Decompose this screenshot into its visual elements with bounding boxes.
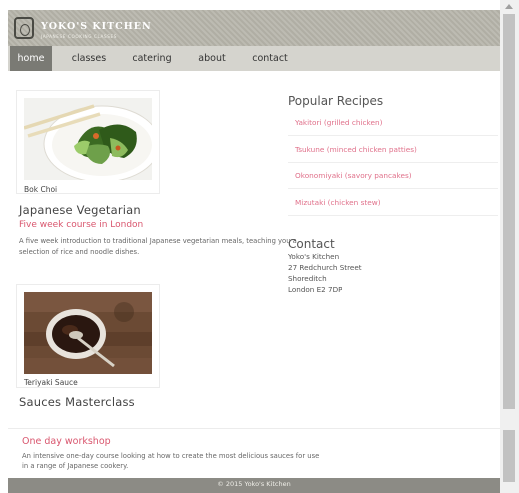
contact-line: 27 Redchurch Street [288, 263, 362, 272]
teriyaki-photo [24, 292, 152, 374]
site-header: YOKO'S KITCHEN JAPANESE COOKING CLASSES [8, 10, 500, 46]
contact-line: Yoko's Kitchen [288, 252, 340, 261]
recipe-link[interactable]: Okonomiyaki (savory pancakes) [295, 171, 412, 180]
main-nav: home classes catering about contact [8, 46, 500, 71]
scroll-up-arrow-icon[interactable] [505, 4, 513, 9]
contact-line: London E2 7DP [288, 285, 343, 292]
teriyaki-image [24, 292, 152, 374]
workshop-description: An intensive one-day course looking at h… [22, 452, 320, 470]
logo-icon [14, 17, 34, 39]
recipes-heading: Popular Recipes [288, 94, 384, 108]
recipe-item[interactable]: Yakitori (grilled chicken) [288, 110, 498, 136]
nav-item-contact[interactable]: contact [245, 46, 295, 71]
article-image-frame: Bok Choi [16, 90, 160, 194]
recipe-link[interactable]: Yakitori (grilled chicken) [295, 118, 382, 127]
recipe-item[interactable]: Mizutaki (chicken stew) [288, 190, 498, 216]
image-caption: Teriyaki Sauce [24, 378, 78, 387]
scrollbar-thumb-secondary[interactable] [503, 430, 515, 482]
site-footer: © 2015 Yoko's Kitchen [8, 478, 500, 493]
nav-item-home[interactable]: home [10, 46, 52, 71]
nav-item-catering[interactable]: catering [126, 46, 178, 71]
vertical-scrollbar[interactable] [500, 0, 519, 493]
recipe-item[interactable]: Okonomiyaki (savory pancakes) [288, 163, 498, 189]
article-description: A five week introduction to traditional … [19, 237, 297, 256]
bok-choi-photo [24, 98, 152, 180]
recipe-link[interactable]: Tsukune (minced chicken patties) [295, 145, 417, 154]
nav-item-classes[interactable]: classes [64, 46, 114, 71]
contact-heading: Contact [288, 237, 335, 251]
bok-choi-image [24, 98, 152, 180]
article-subtitle: Five week course in London [19, 220, 144, 230]
recipe-link[interactable]: Mizutaki (chicken stew) [295, 198, 381, 207]
image-caption: Bok Choi [24, 185, 58, 194]
page: YOKO'S KITCHEN JAPANESE COOKING CLASSES … [0, 0, 500, 493]
workshop-title: One day workshop [22, 436, 111, 447]
site-subtitle: JAPANESE COOKING CLASSES [41, 34, 118, 39]
article-title: Japanese Vegetarian [19, 203, 141, 217]
contact-line: Shoreditch [288, 274, 327, 283]
recipe-item[interactable]: Tsukune (minced chicken patties) [288, 137, 498, 163]
nav-item-about[interactable]: about [191, 46, 233, 71]
site-title: YOKO'S KITCHEN [41, 21, 152, 32]
scrollbar-thumb[interactable] [503, 14, 515, 409]
article-title: Sauces Masterclass [19, 395, 135, 409]
workshop-card: One day workshop An intensive one-day co… [8, 428, 500, 478]
article-image-frame: Teriyaki Sauce [16, 284, 160, 388]
